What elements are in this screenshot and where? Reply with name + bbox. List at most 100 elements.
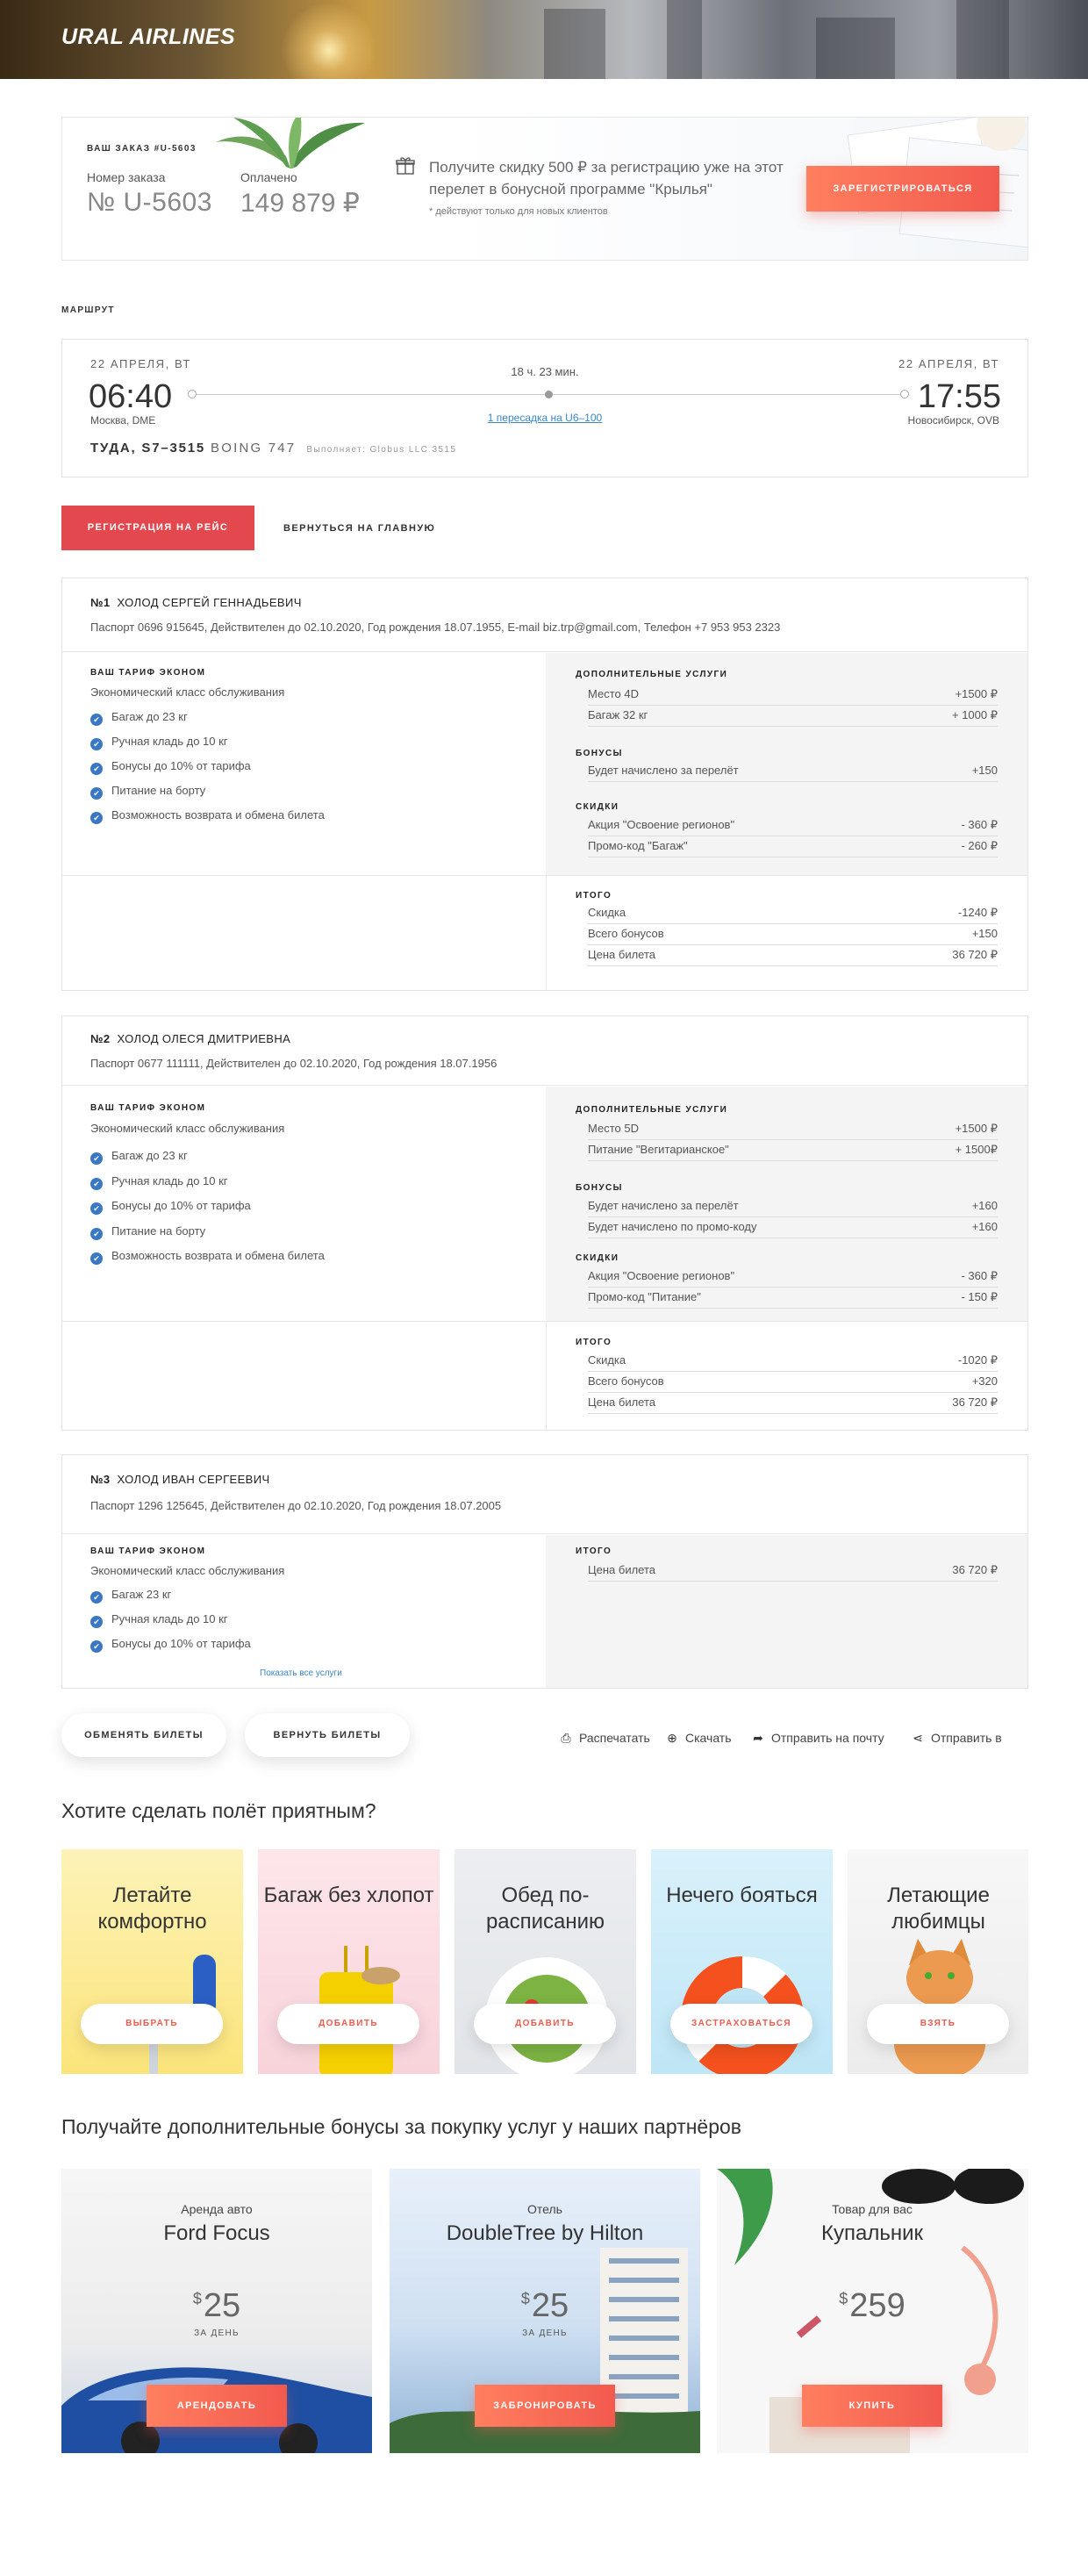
service-card-insurance[interactable]: Нечего бояться ЗАСТРАХОВАТЬСЯ <box>651 1849 833 2074</box>
tariff-feature: ✔ Питание на борту <box>90 784 205 800</box>
sun-glare <box>281 2 377 79</box>
discount-row: Акция "Освоение регионов" - 360 ₽ <box>588 815 998 836</box>
download-action[interactable]: ⊕ Скачать <box>664 1731 731 1746</box>
bonus-row: Будет начислено за перелёт +150 <box>588 761 998 782</box>
check-icon: ✔ <box>90 738 103 750</box>
plant-illustration <box>216 118 365 169</box>
service-card-pets[interactable]: Летающие любимцы ВЗЯТЬ <box>848 1849 1028 2074</box>
tariff-feature: ✔ Багаж 23 кг <box>90 1588 171 1604</box>
print-action[interactable]: ⎙ Распечатать <box>558 1731 649 1746</box>
service-card-baggage[interactable]: Багаж без хлопот ДОБАВИТЬ <box>258 1849 440 2074</box>
passenger-name: №2 ХОЛОД ОЛЕСЯ ДМИТРИЕВНА <box>90 1032 291 1045</box>
total-row: Цена билета 36 720 ₽ <box>588 1561 998 1582</box>
extras-label: ДОПОЛНИТЕЛЬНЫЕ УСЛУГИ <box>576 670 728 679</box>
email-action[interactable]: ➦ Отправить на почту <box>750 1731 884 1746</box>
tariff-class: Экономический класс обслуживания <box>90 1122 285 1135</box>
select-button[interactable]: ВЫБРАТЬ <box>81 2004 223 2044</box>
take-pet-button[interactable]: ВЗЯТЬ <box>867 2004 1009 2044</box>
partner-category: Товар для вас <box>832 2202 913 2216</box>
check-icon: ✔ <box>90 812 103 824</box>
extra-row: Багаж 32 кг + 1000 ₽ <box>588 706 998 727</box>
order-summary-card: ВАШ ЗАКАЗ #U-5603 Номер заказа № U-5603 … <box>61 117 1028 261</box>
exchange-tickets-button[interactable]: ОБМЕНЯТЬ БИЛЕТЫ <box>61 1713 226 1757</box>
download-icon: ⊕ <box>667 1731 677 1745</box>
discounts-label: СКИДКИ <box>576 802 619 812</box>
service-card-comfort[interactable]: Летайте комфортно ВЫБРАТЬ <box>61 1849 243 2074</box>
tariff-feature: ✔ Ручная кладь до 10 кг <box>90 1612 228 1628</box>
send-icon: ➦ <box>753 1731 763 1745</box>
order-number: № U-5603 <box>87 188 212 217</box>
rent-button[interactable]: АРЕНДОВАТЬ <box>147 2385 287 2427</box>
partner-card-swimsuit[interactable]: Товар для вас Купальник $259 КУПИТЬ <box>717 2169 1028 2453</box>
service-card-meal[interactable]: Обед по-расписанию ДОБАВИТЬ <box>455 1849 636 2074</box>
check-icon: ✔ <box>90 787 103 800</box>
tariff-feature: ✔ Возможность возврата и обмена билета <box>90 1249 325 1265</box>
partner-card-hotel[interactable]: Отель DoubleTree by Hilton $25 ЗА ДЕНЬ З… <box>390 2169 700 2453</box>
departure-place: Москва, DME <box>90 414 156 427</box>
departure-dot <box>188 390 197 398</box>
route-card: 22 АПРЕЛЯ, ВТ 06:40 Москва, DME 22 АПРЕЛ… <box>61 339 1028 477</box>
passenger-passport: Паспорт 0696 915645, Действителен до 02.… <box>90 621 781 634</box>
share-icon: ⋖ <box>913 1731 923 1745</box>
buy-button[interactable]: КУПИТЬ <box>802 2385 942 2427</box>
tariff-feature: ✔ Багаж до 23 кг <box>90 710 188 726</box>
book-button[interactable]: ЗАБРОНИРОВАТЬ <box>475 2385 615 2427</box>
extra-row: Место 5D +1500 ₽ <box>588 1119 998 1140</box>
extra-row: Место 4D +1500 ₽ <box>588 685 998 706</box>
total-row: Цена билета 36 720 ₽ <box>588 945 998 966</box>
tariff-feature: ✔ Ручная кладь до 10 кг <box>90 1174 228 1190</box>
partners-title: Получайте дополнительные бонусы за покуп… <box>61 2115 742 2138</box>
refund-tickets-button[interactable]: ВЕРНУТЬ БИЛЕТЫ <box>245 1713 410 1757</box>
passenger-name: №1 ХОЛОД СЕРГЕЙ ГЕННАДЬЕВИЧ <box>90 596 302 609</box>
partner-card-car[interactable]: Аренда авто Ford Focus $25 ЗА ДЕНЬ АРЕНД… <box>61 2169 372 2453</box>
flight-info: ТУДА, S7–3515 BOING 747 Выполняет: Globu… <box>90 441 456 456</box>
checkin-button[interactable]: РЕГИСТРАЦИЯ НА РЕЙС <box>61 506 254 550</box>
service-title: Нечего бояться <box>666 1884 818 1907</box>
partner-price: $25 <box>192 2287 241 2324</box>
flight-number: ТУДА, S7–3515 <box>90 441 206 456</box>
back-home-link[interactable]: ВЕРНУТЬСЯ НА ГЛАВНУЮ <box>283 523 435 534</box>
printer-icon: ⎙ <box>561 1731 571 1745</box>
transfer-link[interactable]: 1 пересадка на U6–100 <box>457 412 633 424</box>
header-banner: URAL AIRLINES <box>0 0 1088 79</box>
aircraft-type: BOING 747 <box>211 441 297 456</box>
partner-price: $259 <box>839 2287 905 2324</box>
tariff-class: Экономический класс обслуживания <box>90 685 285 699</box>
building-silhouette <box>956 0 1009 79</box>
extras-label: ДОПОЛНИТЕЛЬНЫЕ УСЛУГИ <box>576 1105 728 1115</box>
register-button[interactable]: ЗАРЕГИСТРИРОВАТЬСЯ <box>806 166 999 212</box>
total-row: Всего бонусов +150 <box>588 924 998 945</box>
share-action[interactable]: ⋖ Отправить в <box>910 1731 1002 1746</box>
service-title: Летающие любимцы <box>887 1884 990 1934</box>
service-title: Багаж без хлопот <box>263 1884 434 1907</box>
passenger-card: №3 ХОЛОД ИВАН СЕРГЕЕВИЧ Паспорт 1296 1256… <box>61 1454 1028 1689</box>
tariff-label: ВАШ ТАРИФ ЭКОНОМ <box>90 1103 206 1113</box>
departure-date: 22 АПРЕЛЯ, ВТ <box>90 357 191 370</box>
insure-button[interactable]: ЗАСТРАХОВАТЬСЯ <box>670 2004 812 2044</box>
total-panel <box>546 1535 1027 1688</box>
check-icon: ✔ <box>90 1178 103 1190</box>
total-row: Скидка -1240 ₽ <box>588 903 998 924</box>
show-all-services-link[interactable]: Показать все услуги <box>260 1668 342 1678</box>
building-silhouette <box>816 18 895 79</box>
check-icon: ✔ <box>90 1591 103 1604</box>
partner-category: Отель <box>527 2202 562 2216</box>
discount-row: Промо-код "Питание" - 150 ₽ <box>588 1288 998 1309</box>
airline-logo[interactable]: URAL AIRLINES <box>61 25 235 50</box>
passenger-header <box>62 1016 1027 1086</box>
partner-name: Ford Focus <box>163 2221 270 2245</box>
tariff-label: ВАШ ТАРИФ ЭКОНОМ <box>90 668 206 678</box>
tariff-label: ВАШ ТАРИФ ЭКОНОМ <box>90 1546 206 1556</box>
extra-row: Питание "Вегитарианское" + 1500₽ <box>588 1140 998 1161</box>
order-caption: ВАШ ЗАКАЗ #U-5603 <box>87 144 197 154</box>
passenger-passport: Паспорт 1296 125645, Действителен до 02.… <box>90 1499 502 1512</box>
check-icon: ✔ <box>90 763 103 775</box>
discount-row: Акция "Освоение регионов" - 360 ₽ <box>588 1266 998 1288</box>
total-label: ИТОГО <box>576 1338 612 1347</box>
check-icon: ✔ <box>90 1252 103 1265</box>
transfer-dot <box>545 391 553 398</box>
add-baggage-button[interactable]: ДОБАВИТЬ <box>277 2004 419 2044</box>
partner-category: Аренда авто <box>181 2202 253 2216</box>
route-section-title: МАРШРУТ <box>61 305 115 315</box>
add-meal-button[interactable]: ДОБАВИТЬ <box>474 2004 616 2044</box>
